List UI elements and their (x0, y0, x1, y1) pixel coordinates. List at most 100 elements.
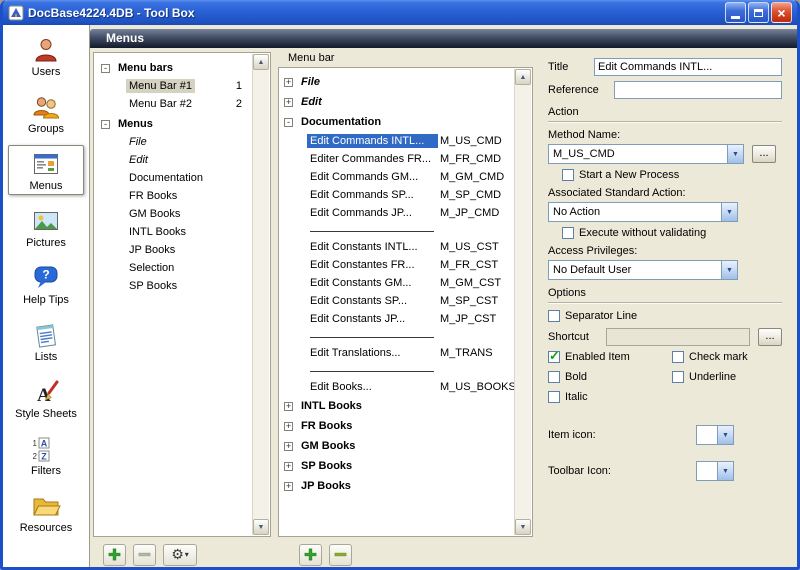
maximize-button[interactable] (748, 2, 769, 23)
access-privileges-select[interactable]: No Default User ▼ (548, 260, 738, 280)
menu-item-edit-constants-sp[interactable]: Edit Constants SP...M_SP_CST (281, 292, 510, 310)
scroll-down-icon[interactable]: ▼ (253, 519, 269, 535)
sidebar-item-help-tips[interactable]: ?Help Tips (8, 259, 84, 309)
tree-item-file[interactable]: File (98, 133, 248, 151)
toolbar-icon-select[interactable]: ▼ (696, 461, 734, 481)
titlebar[interactable]: DocBase4224.4DB - Tool Box × (3, 0, 797, 25)
menu-group-documentation[interactable]: -Documentation (281, 112, 510, 132)
reference-input[interactable] (614, 81, 782, 99)
menu-item-edit-books[interactable]: Edit Books...M_US_BOOKS (281, 378, 510, 396)
tree-item-edit[interactable]: Edit (98, 151, 248, 169)
collapse-icon[interactable]: - (101, 64, 110, 73)
sidebar-item-users[interactable]: Users (8, 31, 84, 81)
associated-action-select[interactable]: No Action ▼ (548, 202, 738, 222)
menu-group-file[interactable]: +File (281, 72, 510, 92)
sidebar-item-groups[interactable]: Groups (8, 88, 84, 138)
expand-icon[interactable]: + (284, 462, 293, 471)
tree-item-jp-books[interactable]: JP Books (98, 241, 248, 259)
method-name-select[interactable]: M_US_CMD ▼ (548, 144, 744, 164)
method-reference: M_TRANS (438, 347, 510, 359)
sidebar-item-label: Groups (28, 123, 64, 135)
tree-section-menus[interactable]: -Menus (98, 115, 248, 133)
collapse-icon[interactable]: - (284, 118, 293, 127)
menu-group-gm-books[interactable]: +GM Books (281, 436, 510, 456)
menu-item-edit-constantes-fr[interactable]: Edit Constantes FR...M_FR_CST (281, 256, 510, 274)
menu-group-intl-books[interactable]: +INTL Books (281, 396, 510, 416)
shortcut-input[interactable] (606, 328, 750, 346)
separator-line-checkbox[interactable]: Separator Line (548, 310, 782, 322)
menu-item-edit-commands-gm[interactable]: Edit Commands GM...M_GM_CMD (281, 168, 510, 186)
menu-item-edit-constants-jp[interactable]: Edit Constants JP...M_JP_CST (281, 310, 510, 328)
tree-item-fr-books[interactable]: FR Books (98, 187, 248, 205)
menu-item-edit-constants-gm[interactable]: Edit Constants GM...M_GM_CST (281, 274, 510, 292)
menu-scrollbar[interactable]: ▲ ▼ (514, 69, 531, 535)
menu-group-fr-books[interactable]: +FR Books (281, 416, 510, 436)
menu-item-edit-commands-jp[interactable]: Edit Commands JP...M_JP_CMD (281, 204, 510, 222)
shortcut-label: Shortcut (548, 331, 606, 343)
tree-item-selection[interactable]: Selection (98, 259, 248, 277)
maximize-icon (754, 9, 763, 17)
menu-separator[interactable] (281, 362, 510, 378)
menu-separator[interactable] (281, 222, 510, 238)
method-reference: M_SP_CMD (438, 189, 510, 201)
expand-icon[interactable]: + (284, 442, 293, 451)
menu-item-edit-translations[interactable]: Edit Translations...M_TRANS (281, 344, 510, 362)
start-new-process-checkbox[interactable]: Start a New Process (562, 169, 782, 181)
underline-checkbox[interactable]: Underline (672, 371, 782, 383)
menu-separator[interactable] (281, 328, 510, 344)
minus-icon (334, 548, 347, 561)
add-item-button[interactable] (299, 544, 322, 566)
tree-item-documentation[interactable]: Documentation (98, 169, 248, 187)
collapse-icon[interactable]: - (101, 120, 110, 129)
menu-item-edit-commands-intl[interactable]: Edit Commands INTL...M_US_CMD (281, 132, 510, 150)
method-browse-button[interactable]: ... (752, 145, 776, 163)
delete-item-button[interactable] (329, 544, 352, 566)
expand-icon[interactable]: + (284, 422, 293, 431)
add-menu-button[interactable] (103, 544, 126, 566)
scroll-up-icon[interactable]: ▲ (515, 69, 531, 85)
menu-group-jp-books[interactable]: +JP Books (281, 476, 510, 496)
sidebar-item-resources[interactable]: Resources (8, 487, 84, 537)
method-reference: M_GM_CMD (438, 171, 510, 183)
tree-scrollbar[interactable]: ▲ ▼ (252, 54, 269, 535)
menu-item-edit-constants-intl[interactable]: Edit Constants INTL...M_US_CST (281, 238, 510, 256)
scroll-down-icon[interactable]: ▼ (515, 519, 531, 535)
tree-item-gm-books[interactable]: GM Books (98, 205, 248, 223)
menu-group-sp-books[interactable]: +SP Books (281, 456, 510, 476)
delete-menu-button[interactable] (133, 544, 156, 566)
tree-item-sp-books[interactable]: SP Books (98, 277, 248, 295)
sidebar-item-pictures[interactable]: Pictures (8, 202, 84, 252)
close-button[interactable]: × (771, 2, 792, 23)
tree-item-menu-bar-2[interactable]: Menu Bar #22 (98, 95, 248, 113)
minimize-button[interactable] (725, 2, 746, 23)
expand-icon[interactable]: + (284, 98, 293, 107)
sidebar-item-style-sheets[interactable]: AStyle Sheets (8, 373, 84, 423)
plus-icon (108, 548, 121, 561)
sidebar-item-menus[interactable]: Menus (8, 145, 84, 195)
sidebar-item-label: Pictures (26, 237, 66, 249)
sidebar-item-filters[interactable]: 1A2ZFilters (8, 430, 84, 480)
menu-item-editer-commandes-fr[interactable]: Editer Commandes FR...M_FR_CMD (281, 150, 510, 168)
users-icon (31, 35, 61, 65)
title-input[interactable] (594, 58, 782, 76)
shortcut-browse-button[interactable]: ... (758, 328, 782, 346)
expand-icon[interactable]: + (284, 78, 293, 87)
italic-checkbox[interactable]: Italic (548, 391, 672, 403)
sidebar-item-lists[interactable]: Lists (8, 316, 84, 366)
expand-icon[interactable]: + (284, 402, 293, 411)
tree-item-intl-books[interactable]: INTL Books (98, 223, 248, 241)
enabled-item-checkbox[interactable]: Enabled Item (548, 351, 672, 363)
expand-icon[interactable]: + (284, 482, 293, 491)
item-icon-select[interactable]: ▼ (696, 425, 734, 445)
action-section-header: Action (548, 106, 782, 122)
tree-section-menu-bars[interactable]: -Menu bars (98, 59, 248, 77)
scroll-up-icon[interactable]: ▲ (253, 54, 269, 70)
menu-group-edit[interactable]: +Edit (281, 92, 510, 112)
execute-without-validating-checkbox[interactable]: Execute without validating (562, 227, 782, 239)
check-mark-checkbox[interactable]: Check mark (672, 351, 782, 363)
menu-actions-button[interactable]: ⚙ ▾ (163, 544, 197, 566)
chevron-down-icon: ▼ (717, 426, 733, 444)
bold-checkbox[interactable]: Bold (548, 371, 672, 383)
menu-item-edit-commands-sp[interactable]: Edit Commands SP...M_SP_CMD (281, 186, 510, 204)
tree-item-menu-bar-1[interactable]: Menu Bar #11 (98, 77, 248, 95)
